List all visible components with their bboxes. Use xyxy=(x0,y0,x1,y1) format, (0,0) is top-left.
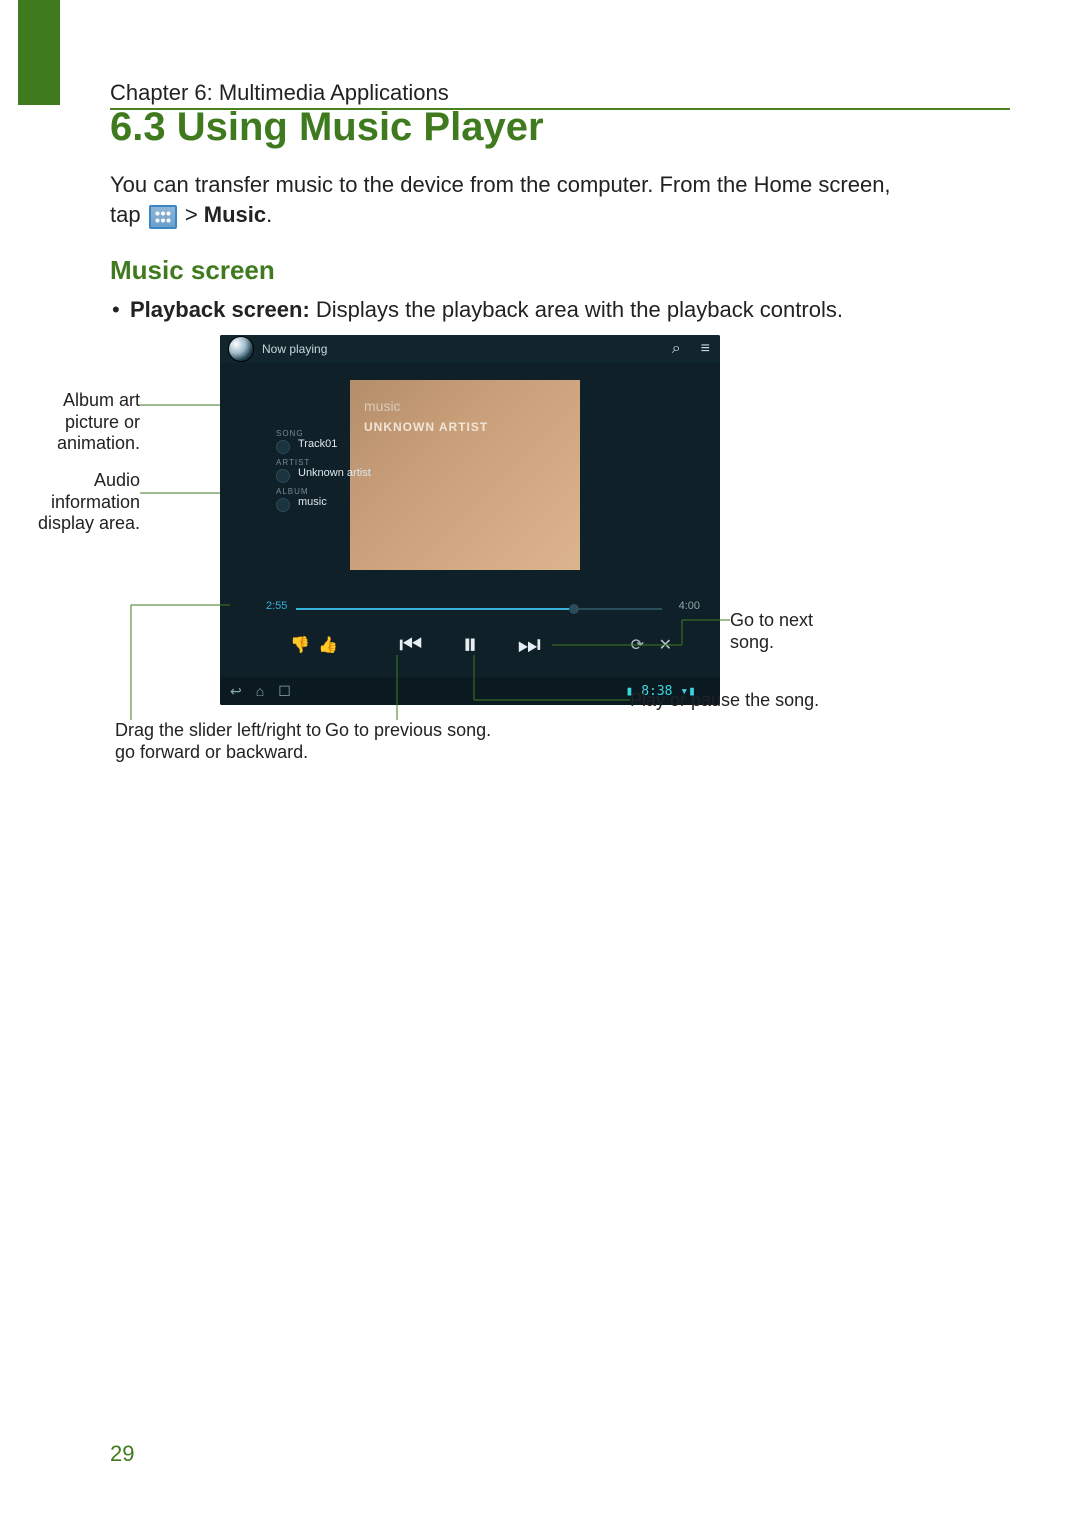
bullet-bold: Playback screen: xyxy=(130,297,316,322)
callout-play: Play or pause the song. xyxy=(630,690,819,712)
meta-artist-val: Unknown artist xyxy=(298,467,371,479)
playback-controls: 👎 👍 ⏮ ⏸ ⏭ ⟳ ✕ xyxy=(220,625,720,665)
callout-audio-info: Audio information display area. xyxy=(30,470,140,535)
tap-word: tap xyxy=(110,202,147,227)
meta-dot-icon xyxy=(276,498,290,512)
meta-dot-icon xyxy=(276,440,290,454)
album-art-label: music xyxy=(364,398,566,414)
intro-paragraph: You can transfer music to the device fro… xyxy=(110,170,990,229)
intro-line: You can transfer music to the device fro… xyxy=(110,172,891,197)
meta-album-key: ALBUM xyxy=(276,487,371,496)
home-icon[interactable]: ⌂ xyxy=(256,683,264,699)
back-icon[interactable]: ↩ xyxy=(230,683,242,700)
menu-icon[interactable]: ≡ xyxy=(701,340,710,358)
audio-info-area: SONG Track01 ARTIST Unknown artist ALBUM… xyxy=(276,429,371,516)
callout-album-art: Album art picture or animation. xyxy=(30,390,140,455)
next-icon[interactable]: ⏭ xyxy=(518,629,541,661)
thumb-up-icon[interactable]: 👍 xyxy=(318,635,338,655)
search-icon[interactable]: ⌕ xyxy=(672,340,681,358)
apps-grid-icon xyxy=(149,205,177,229)
device-screenshot: Now playing ⌕ ≡ music UNKNOWN ARTIST SON… xyxy=(220,335,720,705)
album-art: music UNKNOWN ARTIST xyxy=(350,380,580,570)
gt: > xyxy=(185,202,204,227)
music-label: Music xyxy=(204,202,266,227)
progress-knob[interactable] xyxy=(569,604,579,614)
shuffle-icon[interactable]: ✕ xyxy=(659,635,672,655)
page-number: 29 xyxy=(110,1441,134,1467)
meta-artist-key: ARTIST xyxy=(276,458,371,467)
now-playing-label: Now playing xyxy=(262,342,327,356)
callout-prev: Go to previous song. xyxy=(325,720,491,742)
progress-area: 2:55 4:00 xyxy=(266,600,700,620)
callout-next: Go to next song. xyxy=(730,610,830,653)
section-title: 6.3 Using Music Player xyxy=(110,105,544,150)
repeat-icon[interactable]: ⟳ xyxy=(631,635,644,655)
meta-song-key: SONG xyxy=(276,429,371,438)
meta-dot-icon xyxy=(276,469,290,483)
player-topbar: Now playing ⌕ ≡ xyxy=(220,335,720,363)
bullet-rest: Displays the playback area with the play… xyxy=(316,297,843,322)
meta-song-val: Track01 xyxy=(298,438,337,450)
recent-icon[interactable]: ☐ xyxy=(278,683,291,700)
headphone-icon xyxy=(228,336,254,362)
pause-icon[interactable]: ⏸ xyxy=(463,628,478,662)
thumb-down-icon[interactable]: 👎 xyxy=(290,635,310,655)
figure-wrap: Album art picture or animation. Audio in… xyxy=(110,335,930,765)
subheading: Music screen xyxy=(110,255,275,286)
callout-slider: Drag the slider left/right to go forward… xyxy=(115,720,325,763)
side-tab xyxy=(18,0,60,105)
manual-page: Chapter 6: Multimedia Applications 6.3 U… xyxy=(0,0,1080,1527)
previous-icon[interactable]: ⏮ xyxy=(399,629,422,661)
album-art-artist: UNKNOWN ARTIST xyxy=(364,420,566,434)
time-total: 4:00 xyxy=(679,600,700,612)
playback-bullet: Playback screen: Displays the playback a… xyxy=(130,295,990,325)
time-elapsed: 2:55 xyxy=(266,600,287,612)
progress-fill xyxy=(296,608,576,610)
period: . xyxy=(266,202,272,227)
meta-album-val: music xyxy=(298,496,327,508)
